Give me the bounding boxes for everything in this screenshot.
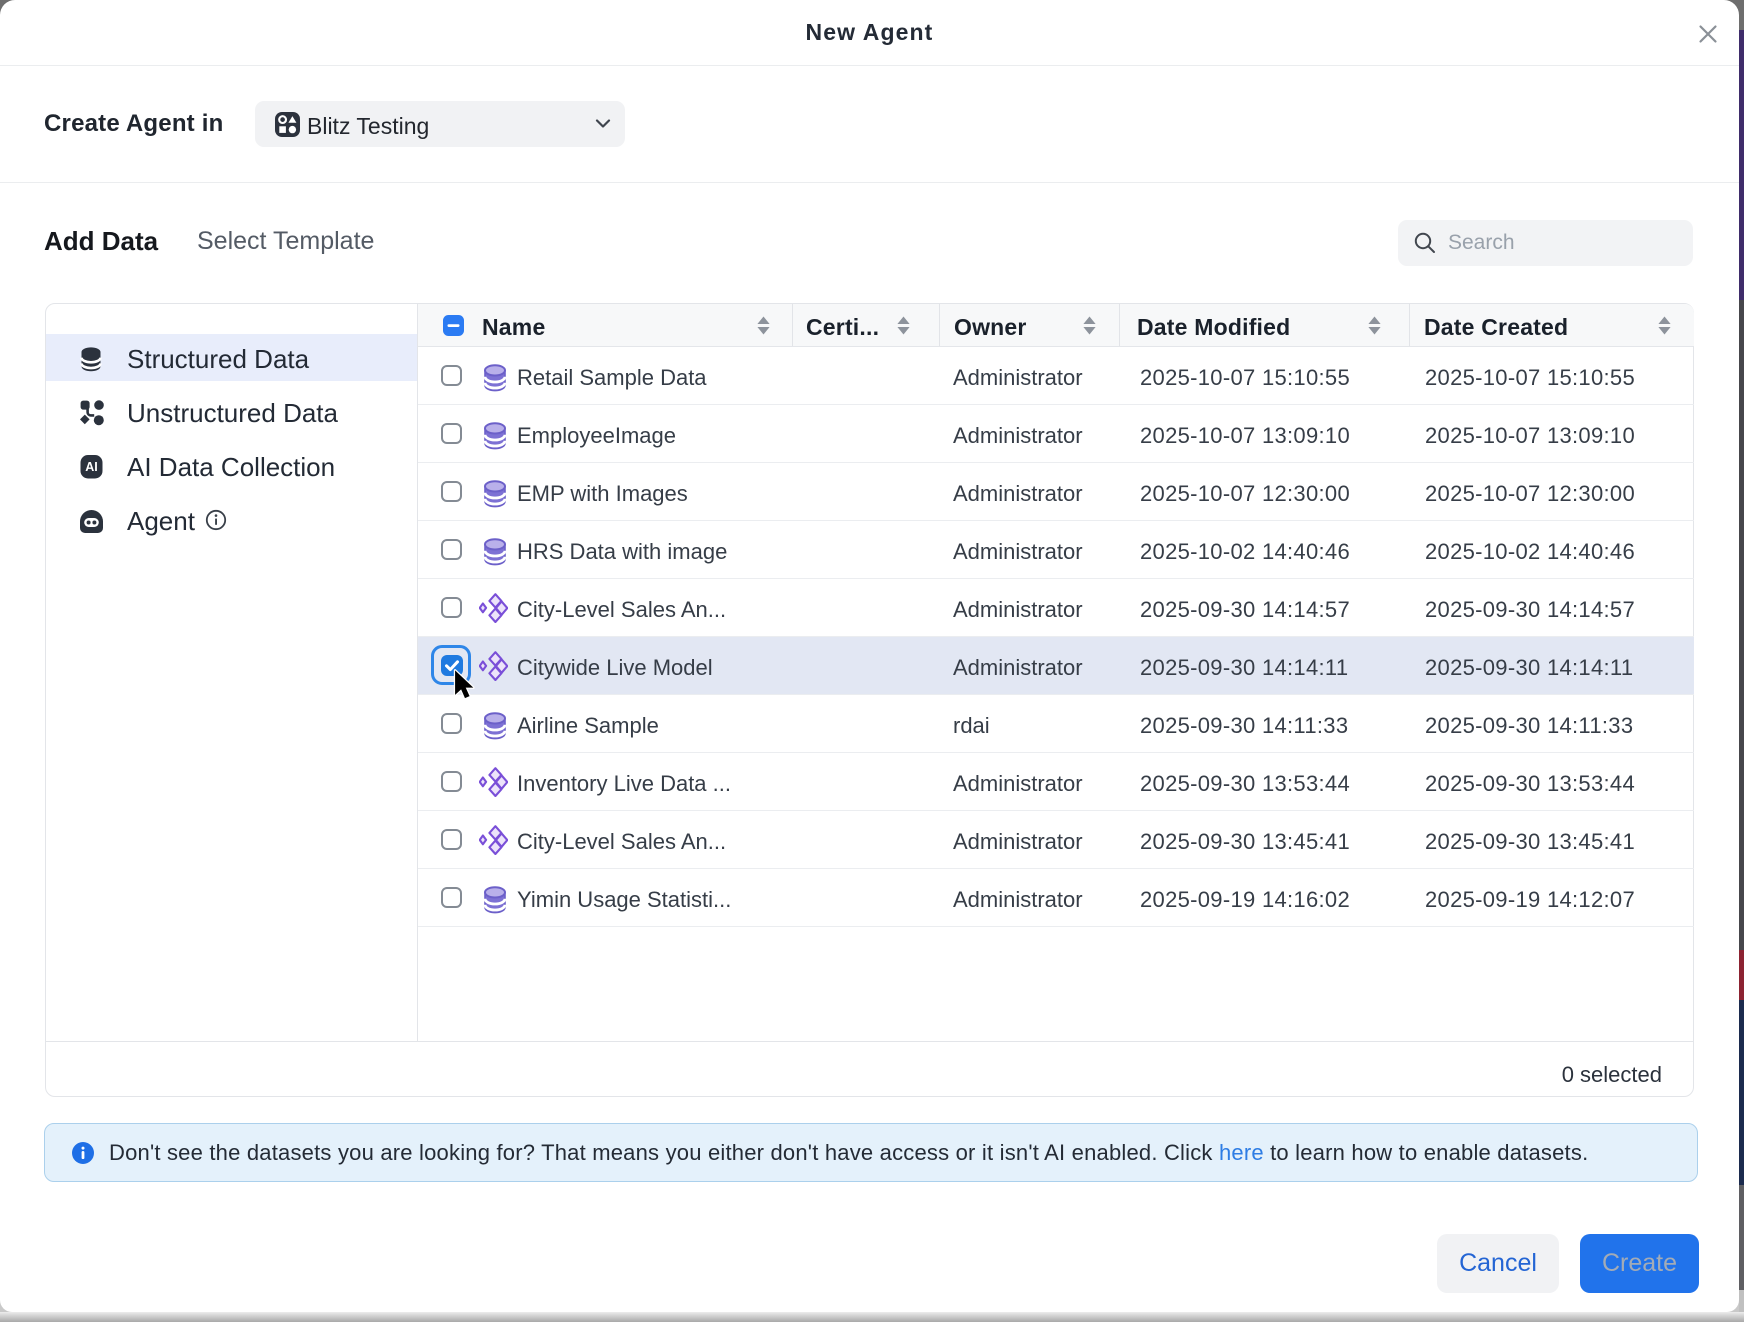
svg-text:AI: AI <box>85 460 98 474</box>
